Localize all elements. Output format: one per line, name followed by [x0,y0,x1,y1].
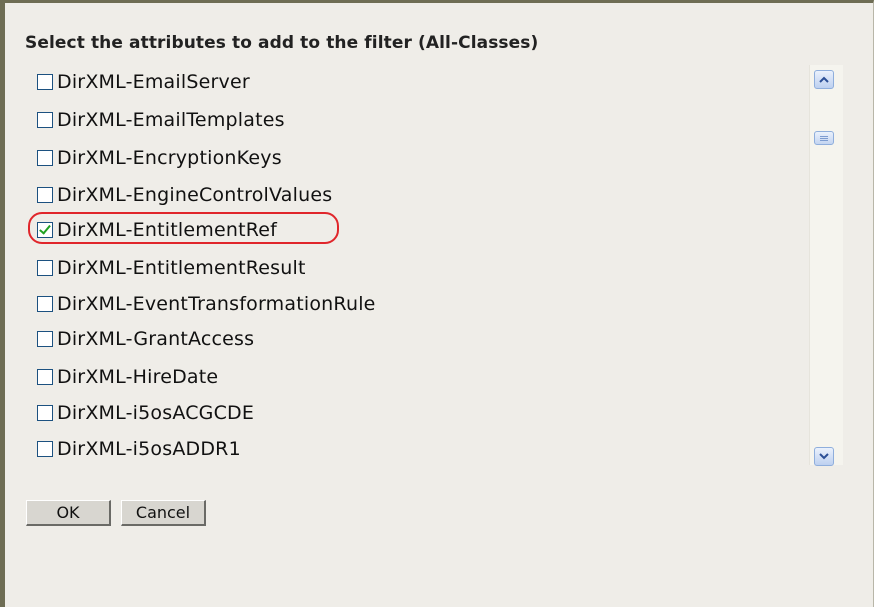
thumb-grip [820,139,828,141]
attribute-checkbox[interactable] [37,296,53,312]
attribute-label: DirXML-EngineControlValues [57,184,333,206]
attribute-checkbox[interactable] [37,405,53,421]
attribute-item[interactable]: DirXML-EngineControlValues [25,180,332,210]
attribute-label: DirXML-GrantAccess [57,328,255,350]
dialog-heading: Select the attributes to add to the filt… [25,33,539,53]
attribute-checkbox[interactable] [37,74,53,90]
attribute-checkbox[interactable] [37,150,53,166]
attribute-item[interactable]: DirXML-i5osACGCDE [25,398,254,428]
thumb-grip [820,137,828,139]
attribute-item[interactable]: DirXML-EmailTemplates [25,105,285,135]
cancel-button[interactable]: Cancel [121,500,206,526]
attribute-label: DirXML-EntitlementResult [57,257,306,279]
attribute-label: DirXML-EmailServer [57,71,250,93]
list-scrollbar[interactable] [809,65,843,466]
attribute-list: DirXML-EmailServer DirXML-EmailTemplates… [25,65,845,473]
attribute-checkbox[interactable] [37,112,53,128]
scrollbar-thumb[interactable] [814,131,834,145]
attribute-item-selected[interactable]: DirXML-EntitlementRef [25,215,277,245]
attribute-item[interactable]: DirXML-EntitlementResult [25,253,306,283]
attribute-item[interactable]: DirXML-i5osADDR1 [25,434,241,464]
attribute-checkbox-checked[interactable] [37,222,53,238]
chevron-down-icon [819,453,829,460]
attribute-checkbox[interactable] [37,441,53,457]
scroll-up-button[interactable] [814,70,834,89]
attribute-label: DirXML-i5osACGCDE [57,402,255,424]
attribute-label: DirXML-EmailTemplates [57,109,285,131]
attribute-checkbox[interactable] [37,331,53,347]
attribute-label: DirXML-EventTransformationRule [57,293,376,315]
thumb-grip [820,135,828,137]
attribute-item[interactable]: DirXML-EncryptionKeys [25,143,282,173]
scroll-down-button[interactable] [814,447,834,466]
attribute-label: DirXML-EncryptionKeys [57,147,282,169]
attribute-filter-dialog: Select the attributes to add to the filt… [0,0,874,607]
dialog-buttons: OK Cancel [26,500,206,526]
attribute-label: DirXML-EntitlementRef [57,219,278,241]
attribute-checkbox[interactable] [37,260,53,276]
attribute-checkbox[interactable] [37,369,53,385]
chevron-up-icon [819,76,829,83]
attribute-item[interactable]: DirXML-EmailServer [25,67,250,97]
attribute-item[interactable]: DirXML-EventTransformationRule [25,289,376,319]
attribute-label: DirXML-HireDate [57,366,219,388]
ok-button[interactable]: OK [26,500,111,526]
attribute-item[interactable]: DirXML-GrantAccess [25,324,254,354]
attribute-item[interactable]: DirXML-HireDate [25,362,218,392]
attribute-label: DirXML-i5osADDR1 [57,438,241,460]
attribute-checkbox[interactable] [37,187,53,203]
